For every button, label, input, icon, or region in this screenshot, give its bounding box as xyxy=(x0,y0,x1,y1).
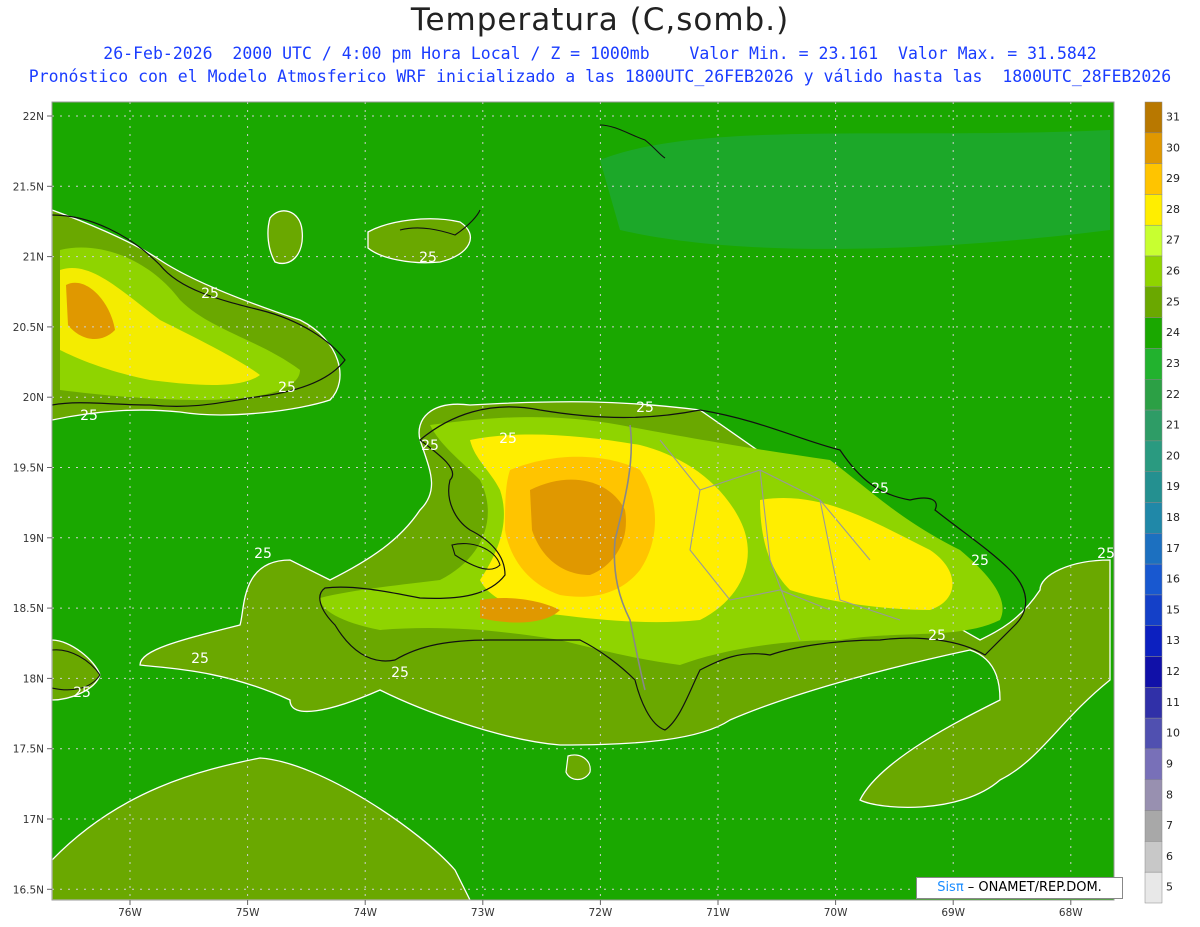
colorbar-swatch xyxy=(1144,841,1163,873)
lat-label: 16.5N xyxy=(13,884,44,896)
colorbar-label: 28 xyxy=(1166,203,1180,216)
map-area xyxy=(52,102,1114,900)
ocean-cool-area xyxy=(600,130,1110,249)
lon-label: 69W xyxy=(941,907,965,919)
colorbar-label: 18 xyxy=(1166,511,1180,524)
credit-text: – ONAMET/REP.DOM. xyxy=(963,880,1102,895)
colorbar-label: 25 xyxy=(1166,295,1180,308)
colorbar-label: 7 xyxy=(1166,819,1173,832)
colorbar-swatch xyxy=(1144,194,1163,226)
colorbar-swatch xyxy=(1144,594,1163,626)
colorbar-swatch xyxy=(1144,810,1163,842)
colorbar-swatch xyxy=(1144,563,1163,596)
colorbar-label: 30 xyxy=(1166,141,1180,154)
lat-label: 22N xyxy=(23,111,44,123)
colorbar-swatch xyxy=(1144,779,1163,811)
lat-label: 20.5N xyxy=(13,322,44,334)
colorbar-swatch xyxy=(1144,132,1163,164)
colorbar-swatch xyxy=(1144,748,1163,781)
colorbar-swatch xyxy=(1144,440,1163,472)
colorbar-swatch xyxy=(1144,409,1163,442)
colorbar-label: 15 xyxy=(1166,603,1180,616)
colorbar-label: 8 xyxy=(1166,788,1173,801)
lat-label: 21.5N xyxy=(13,181,44,193)
contour-label: 25 xyxy=(201,286,219,302)
colorbar: 31 30 29 28 27 26 25 24 23 22 21 20 19 18 17 16 15 13 12 11… xyxy=(1144,101,1180,904)
contour-label: 25 xyxy=(391,665,409,681)
map-canvas: 22N 21.5N 21N 20.5N 20N 19.5N 19N 18.5N 18N 17.5N… xyxy=(13,101,1180,919)
contour-label: 25 xyxy=(191,651,209,667)
colorbar-swatch xyxy=(1144,871,1163,904)
contour-label: 25 xyxy=(971,553,989,569)
contour-label: 25 xyxy=(871,481,889,497)
colorbar-swatch xyxy=(1144,286,1163,318)
colorbar-label: 22 xyxy=(1166,388,1180,401)
contour-label: 25 xyxy=(421,438,439,454)
contour-label: 25 xyxy=(73,685,91,701)
colorbar-label: 12 xyxy=(1166,665,1180,678)
lon-label: 70W xyxy=(824,907,848,919)
lon-label: 73W xyxy=(471,907,495,919)
contour-label: 25 xyxy=(499,431,517,447)
colorbar-swatch xyxy=(1144,163,1163,195)
colorbar-label: 29 xyxy=(1166,172,1180,185)
colorbar-label: 24 xyxy=(1166,326,1180,339)
colorbar-swatch xyxy=(1144,687,1163,719)
colorbar-label: 26 xyxy=(1166,265,1180,278)
lon-label: 76W xyxy=(118,907,142,919)
colorbar-label: 11 xyxy=(1166,696,1180,709)
colorbar-label: 31 xyxy=(1166,110,1180,123)
contour-label: 25 xyxy=(928,628,946,644)
colorbar-label: 6 xyxy=(1166,850,1173,863)
lat-label: 21N xyxy=(23,252,44,264)
colorbar-swatch xyxy=(1144,348,1163,380)
colorbar-swatch xyxy=(1144,255,1163,288)
lat-label: 18.5N xyxy=(13,603,44,615)
lat-label: 18N xyxy=(23,673,44,685)
lon-label: 74W xyxy=(353,907,377,919)
contour-label: 25 xyxy=(278,380,296,396)
colorbar-label: 21 xyxy=(1166,419,1180,432)
contour-area-island-a xyxy=(267,210,303,265)
colorbar-label: 23 xyxy=(1166,357,1180,370)
colorbar-label: 20 xyxy=(1166,449,1180,462)
lat-label: 20N xyxy=(23,392,44,404)
lon-label: 75W xyxy=(236,907,260,919)
contour-label: 25 xyxy=(419,250,437,266)
colorbar-swatch xyxy=(1144,656,1163,688)
lon-label: 68W xyxy=(1059,907,1083,919)
colorbar-label: 13 xyxy=(1166,634,1180,647)
colorbar-swatch xyxy=(1144,625,1163,657)
colorbar-swatch xyxy=(1144,717,1163,750)
credit-box: Sisπ – ONAMET/REP.DOM. xyxy=(916,877,1123,899)
lat-label: 19.5N xyxy=(13,463,44,475)
colorbar-label: 5 xyxy=(1166,881,1173,894)
lon-label: 72W xyxy=(589,907,613,919)
colorbar-label: 17 xyxy=(1166,542,1180,555)
colorbar-swatch xyxy=(1144,502,1163,534)
colorbar-label: 10 xyxy=(1166,727,1180,740)
colorbar-swatch xyxy=(1144,471,1163,503)
contour-label: 25 xyxy=(80,408,98,424)
colorbar-swatch xyxy=(1144,379,1163,411)
lat-label: 17.5N xyxy=(13,744,44,756)
contour-label: 25 xyxy=(636,400,654,416)
lat-label: 17N xyxy=(23,814,44,826)
colorbar-swatch xyxy=(1144,317,1163,349)
colorbar-swatch xyxy=(1144,224,1163,257)
colorbar-label: 27 xyxy=(1166,234,1180,247)
colorbar-label: 9 xyxy=(1166,757,1173,770)
contour-label: 25 xyxy=(1097,546,1115,562)
colorbar-swatch xyxy=(1144,101,1163,134)
colorbar-label: 16 xyxy=(1166,573,1180,586)
lat-label: 19N xyxy=(23,533,44,545)
credit-brand: Sisπ xyxy=(937,880,964,895)
contour-label: 25 xyxy=(254,546,272,562)
lon-label: 71W xyxy=(706,907,730,919)
colorbar-swatch xyxy=(1144,533,1163,565)
colorbar-label: 19 xyxy=(1166,480,1180,493)
